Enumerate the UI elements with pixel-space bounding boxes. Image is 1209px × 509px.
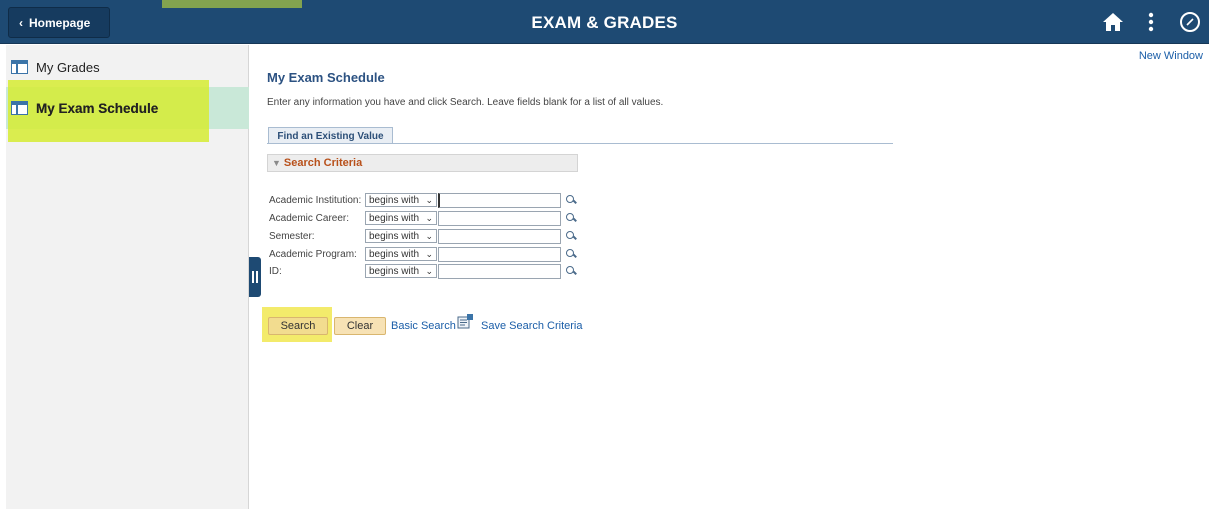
save-search-criteria-link[interactable]: Save Search Criteria xyxy=(481,320,583,332)
content-title: My Exam Schedule xyxy=(267,70,385,85)
operator-value: begins with xyxy=(369,265,420,277)
criteria-row: Semester: begins with ⌄ xyxy=(269,228,577,244)
home-icon[interactable] xyxy=(1100,10,1126,34)
page-icon xyxy=(11,101,28,115)
criteria-row: ID: begins with ⌄ xyxy=(269,263,577,279)
field-label: Academic Institution: xyxy=(269,194,362,206)
operator-select[interactable]: begins with ⌄ xyxy=(365,211,437,225)
operator-value: begins with xyxy=(369,194,420,206)
id-input[interactable] xyxy=(438,263,561,279)
chevron-down-icon: ⌄ xyxy=(425,230,433,241)
operator-value: begins with xyxy=(369,230,420,242)
operator-select[interactable]: begins with ⌄ xyxy=(365,264,437,278)
basic-search-link[interactable]: Basic Search xyxy=(391,320,456,332)
chevron-down-icon: ⌄ xyxy=(425,194,433,205)
sidebar-item-label: My Grades xyxy=(36,59,100,75)
chevron-down-icon: ⌄ xyxy=(425,212,433,223)
pause-bar xyxy=(252,271,254,283)
search-button[interactable]: Search xyxy=(268,317,328,335)
field-label: Semester: xyxy=(269,230,315,242)
operator-select[interactable]: begins with ⌄ xyxy=(365,193,437,207)
pause-bar xyxy=(256,271,258,283)
clear-button[interactable]: Clear xyxy=(334,317,386,335)
chevron-down-icon: ⌄ xyxy=(425,265,433,276)
operator-select[interactable]: begins with ⌄ xyxy=(365,229,437,243)
operator-value: begins with xyxy=(369,212,420,224)
search-criteria-label: Search Criteria xyxy=(283,157,363,169)
sidebar-item-my-exam-schedule-overlay[interactable]: My Exam Schedule xyxy=(6,87,208,129)
sidebar-item-my-grades[interactable]: My Grades xyxy=(6,57,249,77)
lookup-magnifier-icon[interactable] xyxy=(565,248,577,260)
lookup-magnifier-icon[interactable] xyxy=(565,194,577,206)
new-window-link[interactable]: New Window xyxy=(1139,50,1203,62)
page-icon xyxy=(11,60,28,74)
chevron-down-icon: ⌄ xyxy=(425,248,433,259)
collapse-sidebar-handle[interactable] xyxy=(249,257,261,297)
search-criteria-header[interactable]: ▼ Search Criteria xyxy=(267,154,578,172)
criteria-row: Academic Career: begins with ⌄ xyxy=(269,210,577,226)
save-search-icon[interactable] xyxy=(457,314,474,329)
field-label: Academic Program: xyxy=(269,248,357,260)
actions-menu-icon[interactable] xyxy=(1140,10,1162,34)
semester-input[interactable] xyxy=(438,228,561,244)
operator-value: begins with xyxy=(369,248,420,260)
navbar-compass-icon[interactable] xyxy=(1176,10,1204,34)
sidebar-item-label: My Exam Schedule xyxy=(36,100,159,116)
field-label: ID: xyxy=(269,265,282,277)
lookup-magnifier-icon[interactable] xyxy=(565,230,577,242)
page-title: EXAM & GRADES xyxy=(531,13,678,32)
tab-divider xyxy=(267,143,893,144)
field-label: Academic Career: xyxy=(269,212,350,224)
academic-program-input[interactable] xyxy=(438,246,561,262)
collapse-triangle-icon: ▼ xyxy=(272,158,281,168)
operator-select[interactable]: begins with ⌄ xyxy=(365,247,437,261)
academic-career-input[interactable] xyxy=(438,210,561,226)
lookup-magnifier-icon[interactable] xyxy=(565,265,577,277)
criteria-row: Academic Institution: begins with ⌄ xyxy=(269,192,577,208)
highlight-mark xyxy=(162,0,302,8)
instructions-text: Enter any information you have and click… xyxy=(267,97,664,108)
tab-find-existing-value[interactable]: Find an Existing Value xyxy=(268,127,393,144)
criteria-row: Academic Program: begins with ⌄ xyxy=(269,246,577,262)
lookup-magnifier-icon[interactable] xyxy=(565,212,577,224)
academic-institution-input[interactable] xyxy=(438,192,561,208)
